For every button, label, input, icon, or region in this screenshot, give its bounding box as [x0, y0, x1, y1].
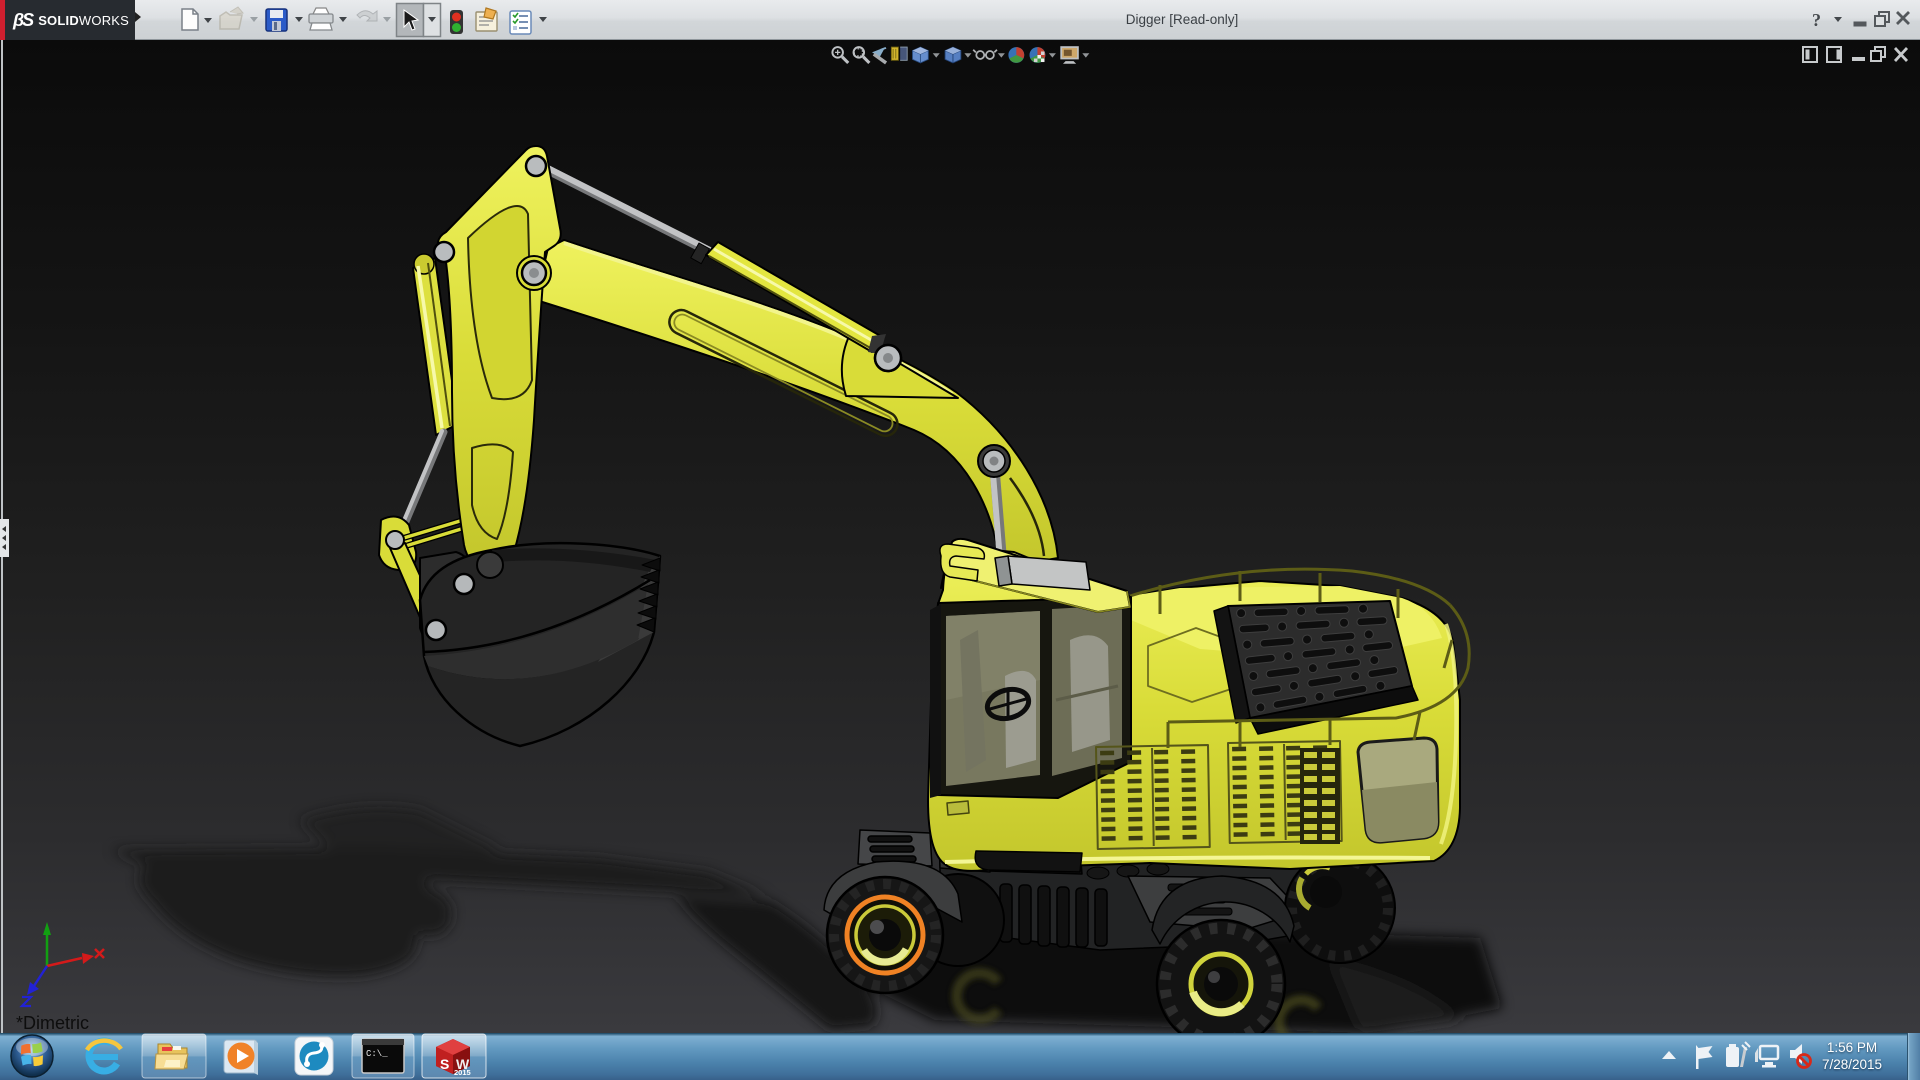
svg-text:2015: 2015 — [454, 1068, 471, 1077]
svg-text:*Dimetric: *Dimetric — [16, 1013, 89, 1033]
svg-text:?: ? — [1812, 10, 1821, 30]
svg-text:C:\_: C:\_ — [366, 1049, 388, 1059]
svg-text:S: S — [440, 1056, 449, 1072]
